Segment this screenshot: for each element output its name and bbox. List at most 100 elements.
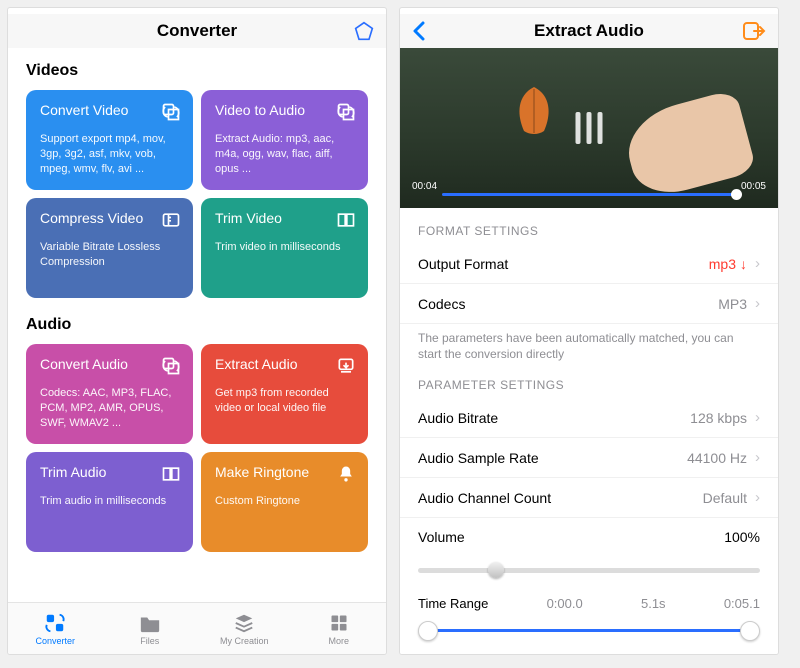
- chevron-right-icon: ›: [755, 449, 760, 466]
- card-title: Trim Video: [215, 210, 354, 226]
- time-range-end: 0:05.1: [724, 596, 760, 611]
- video-progress-bar[interactable]: [442, 193, 736, 196]
- time-range-slider[interactable]: [418, 619, 760, 641]
- audio-card-0[interactable]: Convert AudioCodecs: AAC, MP3, FLAC, PCM…: [26, 344, 193, 444]
- video-card-3[interactable]: Trim Video Trim video in milliseconds: [201, 198, 368, 298]
- video-current-time: 00:04: [412, 181, 437, 192]
- audio-sample-rate-label: Audio Sample Rate: [418, 450, 539, 466]
- audio-bitrate-row[interactable]: Audio Bitrate 128 kbps ›: [400, 398, 778, 438]
- export-button[interactable]: [742, 20, 766, 42]
- more-tab-icon: [327, 612, 351, 634]
- nav-bar: Extract Audio: [400, 14, 778, 48]
- time-range-start: 0:00.0: [547, 596, 583, 611]
- audio-sample-rate-row[interactable]: Audio Sample Rate 44100 Hz ›: [400, 438, 778, 478]
- section-audio-heading: Audio: [8, 302, 386, 344]
- audio-channel-label: Audio Channel Count: [418, 490, 551, 506]
- time-range-header: Time Range 0:00.0 5.1s 0:05.1: [400, 588, 778, 615]
- chevron-right-icon: ›: [755, 489, 760, 506]
- tab-files[interactable]: Files: [103, 603, 198, 654]
- convert-icon: [161, 356, 181, 376]
- files-tab-icon: [138, 612, 162, 634]
- trim-icon: [336, 210, 356, 230]
- output-format-row[interactable]: Output Format mp3↓›: [400, 244, 778, 284]
- output-format-label: Output Format: [418, 256, 508, 272]
- volume-slider[interactable]: [418, 562, 760, 578]
- extract-audio-screen: Extract Audio 00:04 00:05 FORMAT SETTING…: [400, 8, 778, 654]
- content-scroll[interactable]: 00:04 00:05 FORMAT SETTINGS Output Forma…: [400, 48, 778, 654]
- audio-sample-rate-value: 44100 Hz: [687, 450, 747, 466]
- video-duration: 00:05: [741, 181, 766, 192]
- card-desc: Trim audio in milliseconds: [40, 494, 179, 509]
- video-card-2[interactable]: Compress Video Variable Bitrate Lossless …: [26, 198, 193, 298]
- minus-icon[interactable]: −: [674, 651, 685, 654]
- audio-channel-value: Default: [703, 490, 747, 506]
- plus-icon[interactable]: +: [494, 651, 505, 654]
- back-button[interactable]: [412, 21, 426, 41]
- tab-bar: Converter Files My Creation More: [8, 602, 386, 654]
- format-settings-heading: FORMAT SETTINGS: [400, 208, 778, 244]
- card-title: Convert Video: [40, 102, 179, 118]
- chevron-right-icon: ›: [755, 409, 760, 426]
- tab-label: Files: [140, 636, 159, 646]
- end-stepper[interactable]: − 5.1 +: [674, 651, 751, 654]
- bell-icon: [336, 464, 356, 484]
- volume-row: Volume 100%: [400, 518, 778, 556]
- converter-tab-icon: [43, 612, 67, 634]
- card-desc: Extract Audio: mp3, aac, m4a, ogg, wav, …: [215, 132, 354, 177]
- plus-icon[interactable]: +: [739, 651, 750, 654]
- volume-label: Volume: [418, 529, 465, 545]
- pause-icon[interactable]: [576, 112, 603, 144]
- video-card-0[interactable]: Convert Video Support export mp4, mov, 3g…: [26, 90, 193, 190]
- output-format-value: mp3: [709, 256, 736, 272]
- tab-label: My Creation: [220, 636, 269, 646]
- volume-value: 100%: [724, 529, 760, 545]
- section-videos-heading: Videos: [8, 48, 386, 90]
- time-range-mid: 5.1s: [641, 596, 666, 611]
- tab-label: Converter: [35, 636, 75, 646]
- card-desc: Variable Bitrate Lossless Compression: [40, 240, 179, 270]
- card-desc: Trim video in milliseconds: [215, 240, 354, 255]
- content-scroll[interactable]: Videos Convert Video Support export mp4, …: [8, 48, 386, 602]
- page-title: Converter: [157, 21, 237, 41]
- codecs-value: MP3: [718, 296, 747, 312]
- audio-card-1[interactable]: Extract Audio Get mp3 from recorded video…: [201, 344, 368, 444]
- creation-tab-icon: [232, 612, 256, 634]
- audio-bitrate-label: Audio Bitrate: [418, 410, 498, 426]
- audio-bitrate-value: 128 kbps: [690, 410, 747, 426]
- card-title: Extract Audio: [215, 356, 354, 372]
- card-title: Trim Audio: [40, 464, 179, 480]
- video-preview[interactable]: 00:04 00:05: [400, 48, 778, 208]
- time-range-label: Time Range: [418, 596, 488, 611]
- premium-icon[interactable]: [354, 21, 374, 41]
- minus-icon[interactable]: −: [428, 651, 439, 654]
- card-title: Compress Video: [40, 210, 179, 226]
- chevron-right-icon: ›: [755, 295, 760, 312]
- codecs-row[interactable]: Codecs MP3 ›: [400, 284, 778, 324]
- convert-icon: [161, 102, 181, 122]
- format-help-text: The parameters have been automatically m…: [400, 324, 778, 362]
- convert-icon: [336, 102, 356, 122]
- video-card-1[interactable]: Video to AudioExtract Audio: mp3, aac, m…: [201, 90, 368, 190]
- start-stepper[interactable]: − 0.0 +: [428, 651, 505, 654]
- chevron-right-icon: ›: [755, 255, 760, 272]
- codecs-label: Codecs: [418, 296, 465, 312]
- audio-card-3[interactable]: Make Ringtone Custom Ringtone: [201, 452, 368, 552]
- tab-label: More: [328, 636, 349, 646]
- card-title: Make Ringtone: [215, 464, 354, 480]
- tab-more[interactable]: More: [292, 603, 387, 654]
- page-title: Extract Audio: [534, 21, 644, 41]
- nav-bar: Converter: [8, 14, 386, 48]
- download-icon: [336, 356, 356, 376]
- audio-card-2[interactable]: Trim Audio Trim audio in milliseconds: [26, 452, 193, 552]
- card-desc: Support export mp4, mov, 3gp, 3g2, asf, …: [40, 132, 179, 177]
- card-desc: Custom Ringtone: [215, 494, 354, 509]
- converter-screen: Converter Videos Convert Video Support ex…: [8, 8, 386, 654]
- audio-channel-row[interactable]: Audio Channel Count Default ›: [400, 478, 778, 518]
- tab-converter[interactable]: Converter: [8, 603, 103, 654]
- card-desc: Get mp3 from recorded video or local vid…: [215, 386, 354, 416]
- tab-my-creation[interactable]: My Creation: [197, 603, 292, 654]
- compress-icon: [161, 210, 181, 230]
- parameter-settings-heading: PARAMETER SETTINGS: [400, 362, 778, 398]
- trim-icon: [161, 464, 181, 484]
- card-desc: Codecs: AAC, MP3, FLAC, PCM, MP2, AMR, O…: [40, 386, 179, 431]
